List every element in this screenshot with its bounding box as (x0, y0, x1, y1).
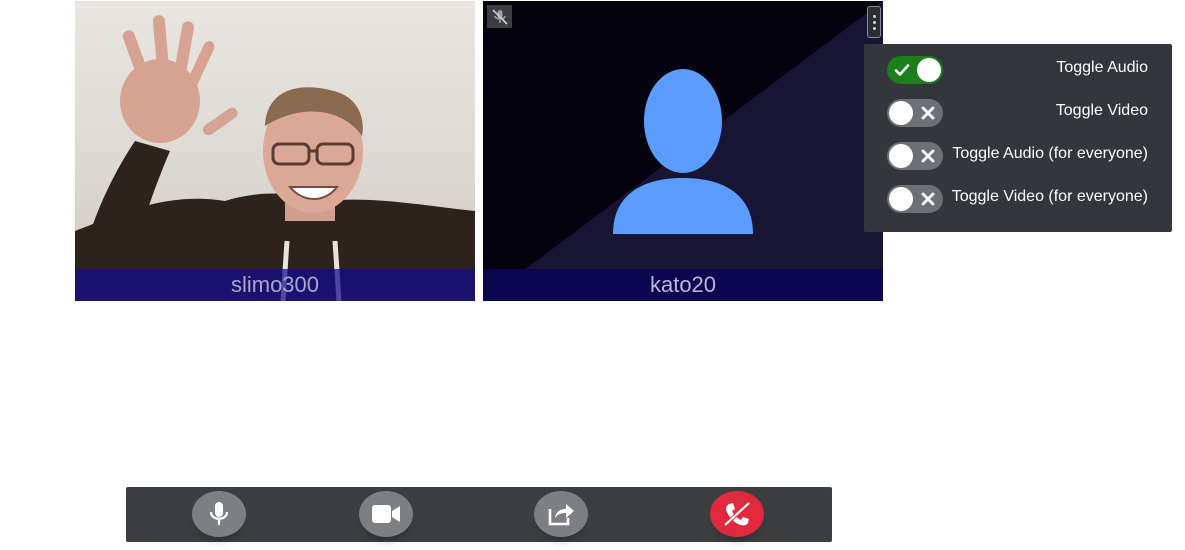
x-icon (921, 149, 935, 163)
menu-item-toggle-video[interactable]: Toggle Video (864, 87, 1172, 130)
toggle-audio-switch[interactable] (887, 56, 943, 84)
x-icon (921, 192, 935, 206)
mic-muted-icon (487, 5, 512, 28)
switch-knob (889, 144, 913, 168)
check-icon (894, 64, 910, 76)
microphone-icon (209, 502, 229, 525)
kebab-dot-icon (872, 20, 876, 24)
menu-item-label: Toggle Audio (1056, 59, 1148, 76)
avatar-placeholder-icon (613, 69, 753, 234)
share-button[interactable] (534, 491, 588, 537)
local-person-image (75, 15, 475, 301)
camera-button[interactable] (359, 491, 413, 537)
participant-name-label: kato20 (483, 269, 883, 301)
menu-item-label: Toggle Video (for everyone) (951, 188, 1148, 205)
remote-video-tile: kato20 (483, 1, 883, 301)
video-camera-icon (372, 505, 400, 523)
local-camera-feed (75, 1, 475, 301)
toggle-video-switch[interactable] (887, 99, 943, 127)
menu-item-toggle-video-everyone[interactable]: Toggle Video (for everyone) (864, 173, 1172, 216)
toggle-audio-everyone-switch[interactable] (887, 142, 943, 170)
microphone-button[interactable] (192, 491, 246, 537)
x-icon (921, 106, 935, 120)
tile-options-button[interactable] (867, 6, 881, 38)
switch-knob (889, 187, 913, 211)
switch-knob (917, 58, 941, 82)
menu-item-label: Toggle Video (1055, 102, 1148, 119)
share-icon (548, 504, 574, 526)
tile-options-menu: Toggle Audio Toggle Video Toggle Audio (… (864, 44, 1172, 232)
toggle-video-everyone-switch[interactable] (887, 185, 943, 213)
local-video-tile: slimo300 (75, 1, 475, 301)
switch-knob (889, 101, 913, 125)
kebab-dot-icon (872, 14, 876, 18)
kebab-dot-icon (872, 26, 876, 30)
menu-item-toggle-audio[interactable]: Toggle Audio (864, 44, 1172, 87)
hang-up-button[interactable] (710, 491, 764, 537)
menu-item-toggle-audio-everyone[interactable]: Toggle Audio (for everyone) (864, 130, 1172, 173)
menu-item-label: Toggle Audio (for everyone) (952, 145, 1148, 162)
phone-slash-icon (723, 501, 751, 527)
participant-name-label: slimo300 (75, 269, 475, 301)
call-controls-bar (126, 487, 832, 542)
